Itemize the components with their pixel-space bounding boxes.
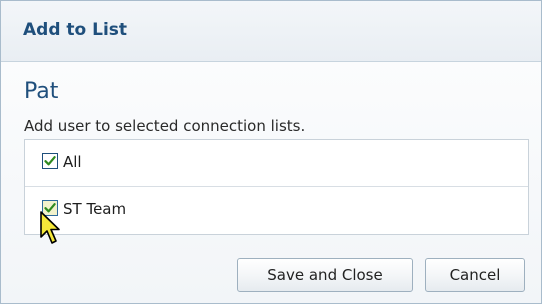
list-item-st-team[interactable]: ST Team [25, 187, 528, 233]
user-name-heading: Pat [24, 79, 59, 104]
all-checkbox[interactable] [42, 153, 58, 169]
list-item-label: ST Team [63, 200, 127, 218]
dialog-header: Add to List [1, 1, 541, 62]
list-item-all[interactable]: All [25, 140, 528, 187]
add-to-list-dialog: Add to List Pat Add user to selected con… [0, 0, 542, 304]
save-and-close-button[interactable]: Save and Close [237, 258, 413, 292]
dialog-title: Add to List [23, 20, 128, 40]
mouse-pointer-icon [40, 211, 60, 244]
checkmark-icon [44, 156, 56, 166]
list-item-label: All [63, 153, 82, 171]
cancel-button[interactable]: Cancel [425, 258, 525, 292]
instruction-text: Add user to selected connection lists. [24, 117, 306, 135]
connection-lists-box: All ST Team [24, 139, 529, 235]
